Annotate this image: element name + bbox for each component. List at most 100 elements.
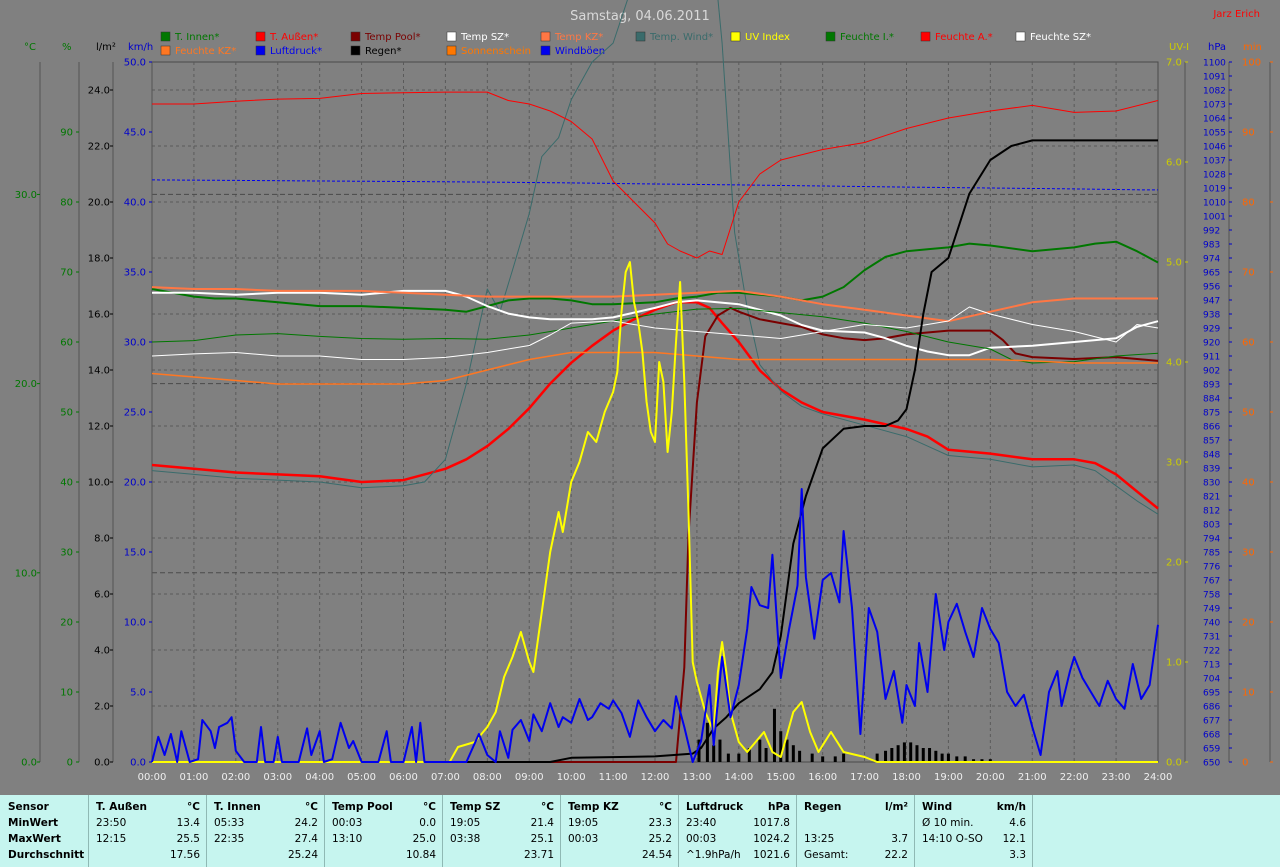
legend-label: Temp SZ* bbox=[460, 32, 509, 43]
stats-separator bbox=[560, 795, 561, 867]
uv-tick-label: 2.0 bbox=[1166, 558, 1182, 569]
rain-bar bbox=[810, 753, 814, 762]
pressure-tick-label: 866 bbox=[1203, 423, 1220, 433]
pressure-tick-label: 992 bbox=[1203, 227, 1220, 237]
legend-swatch bbox=[446, 31, 457, 42]
rain-tick-label: 4.0 bbox=[94, 646, 110, 657]
hum-tick-label: 90 bbox=[60, 128, 73, 139]
pressure-tick-label: 1037 bbox=[1203, 157, 1226, 167]
rain-tick-label: 2.0 bbox=[94, 702, 110, 713]
legend-label: Windböen bbox=[555, 46, 605, 57]
stats-column: Regen l/m² 13:25 3.7 Gesamt: 22.2 bbox=[796, 795, 914, 867]
hum-tick-label: 0 bbox=[67, 758, 73, 769]
pressure-tick-label: 983 bbox=[1203, 241, 1220, 251]
legend-swatch bbox=[350, 45, 361, 56]
stats-column-header: T. Außen °C bbox=[96, 800, 200, 815]
stats-cell-row: ^1.9hPa/h 1021.6 bbox=[686, 848, 790, 863]
pressure-tick-label: 704 bbox=[1203, 675, 1220, 685]
stats-cell-row: 00:03 25.2 bbox=[568, 832, 672, 847]
legend-label: T. Außen* bbox=[269, 32, 318, 43]
stats-cell-value: 1017.8 bbox=[753, 817, 790, 829]
legend-swatch bbox=[730, 31, 741, 42]
stats-column-unit: km/h bbox=[996, 801, 1026, 813]
pressure-tick-label: 659 bbox=[1203, 745, 1220, 755]
temp-tick-label: 30.0 bbox=[15, 190, 37, 201]
rain-bar bbox=[915, 745, 919, 762]
time-tick-label: 07:00 bbox=[431, 772, 460, 783]
pressure-tick-label: 1064 bbox=[1203, 115, 1226, 125]
legend-label: Feuchte SZ* bbox=[1030, 32, 1091, 43]
legend-swatch bbox=[446, 45, 457, 56]
stats-cell-value: 17.56 bbox=[169, 849, 200, 861]
sun-tick-label: 100 bbox=[1242, 58, 1261, 69]
legend-label: Temp KZ* bbox=[554, 32, 603, 43]
stats-cell-row: 24.54 bbox=[568, 848, 672, 863]
stats-cell-row: 22:35 27.4 bbox=[214, 832, 318, 847]
hum-axis-unit: % bbox=[62, 42, 72, 53]
rain-bar bbox=[940, 753, 944, 762]
pressure-tick-label: 1001 bbox=[1203, 213, 1226, 223]
stats-cell-time: 22:35 bbox=[214, 833, 245, 845]
pressure-tick-label: 1010 bbox=[1203, 199, 1226, 209]
pressure-tick-label: 1100 bbox=[1203, 59, 1226, 69]
wind-tick-label: 20.0 bbox=[124, 478, 146, 489]
time-tick-label: 21:00 bbox=[1018, 772, 1047, 783]
legend-label: Temp. Wind* bbox=[649, 32, 713, 43]
stats-separator bbox=[914, 795, 915, 867]
wind-tick-label: 30.0 bbox=[124, 338, 146, 349]
uv-tick-label: 1.0 bbox=[1166, 658, 1182, 669]
pressure-tick-label: 884 bbox=[1203, 395, 1220, 405]
time-tick-label: 18:00 bbox=[892, 772, 921, 783]
rain-bar bbox=[791, 745, 795, 762]
legend-label: Sonnenschein bbox=[461, 46, 531, 57]
pressure-axis-unit: hPa bbox=[1208, 42, 1226, 53]
legend-swatch bbox=[160, 31, 171, 42]
stats-cell-time: 19:05 bbox=[450, 817, 481, 829]
rain-bar bbox=[785, 739, 789, 762]
legend-label: Luftdruck* bbox=[270, 46, 322, 57]
stats-column-name: Temp KZ bbox=[568, 801, 619, 813]
rain-tick-label: 8.0 bbox=[94, 534, 110, 545]
stats-column-name: T. Innen bbox=[214, 801, 261, 813]
pressure-tick-label: 1082 bbox=[1203, 87, 1226, 97]
stats-cell-row: 25.24 bbox=[214, 848, 318, 863]
rain-bar bbox=[737, 753, 741, 762]
stats-cell-time: ^1.9hPa/h bbox=[686, 849, 741, 861]
rain-tick-label: 10.0 bbox=[88, 478, 110, 489]
stats-column-unit: l/m² bbox=[885, 801, 908, 813]
sun-tick-label: 50 bbox=[1242, 408, 1255, 419]
stats-column-header: Temp KZ °C bbox=[568, 800, 672, 815]
wind-tick-label: 15.0 bbox=[124, 548, 146, 559]
sun-tick-label: 20 bbox=[1242, 618, 1255, 629]
sun-tick-label: 30 bbox=[1242, 548, 1255, 559]
pressure-tick-label: 749 bbox=[1203, 605, 1220, 615]
stats-column: Wind km/h Ø 10 min. 4.6 14:10 O-SO 12.1 3.3 bbox=[914, 795, 1032, 867]
stats-cell-value: 10.84 bbox=[405, 849, 436, 861]
stats-separator bbox=[88, 795, 89, 867]
stats-column: Temp SZ °C 19:05 21.4 03:38 25.1 23.71 bbox=[442, 795, 560, 867]
sun-tick-label: 70 bbox=[1242, 268, 1255, 279]
stats-cell-row: 00:03 0.0 bbox=[332, 816, 436, 831]
pressure-tick-label: 1073 bbox=[1203, 101, 1226, 111]
hum-tick-label: 40 bbox=[60, 478, 73, 489]
wind-axis-unit: km/h bbox=[128, 42, 153, 53]
stats-cell-value: 1024.2 bbox=[753, 833, 790, 845]
wind-tick-label: 10.0 bbox=[124, 618, 146, 629]
stats-cell-time: 13:10 bbox=[332, 833, 363, 845]
uv-tick-label: 4.0 bbox=[1166, 358, 1182, 369]
legend-swatch bbox=[255, 45, 266, 56]
stats-cell-value: 22.2 bbox=[884, 849, 908, 861]
stats-column-header: T. Innen °C bbox=[214, 800, 318, 815]
time-tick-label: 10:00 bbox=[557, 772, 586, 783]
hum-tick-label: 80 bbox=[60, 198, 73, 209]
pressure-tick-label: 902 bbox=[1203, 367, 1220, 377]
temp-axis-unit: °C bbox=[24, 42, 36, 53]
stats-column-header: Regen l/m² bbox=[804, 800, 908, 815]
legend-label: Feuchte KZ* bbox=[175, 46, 236, 57]
legend-swatch bbox=[255, 31, 266, 42]
stats-cell-row: 3.3 bbox=[922, 848, 1026, 863]
stats-cell-row: 23:50 13.4 bbox=[96, 816, 200, 831]
pressure-tick-label: 947 bbox=[1203, 297, 1220, 307]
hum-tick-label: 70 bbox=[60, 268, 73, 279]
hum-tick-label: 10 bbox=[60, 688, 73, 699]
